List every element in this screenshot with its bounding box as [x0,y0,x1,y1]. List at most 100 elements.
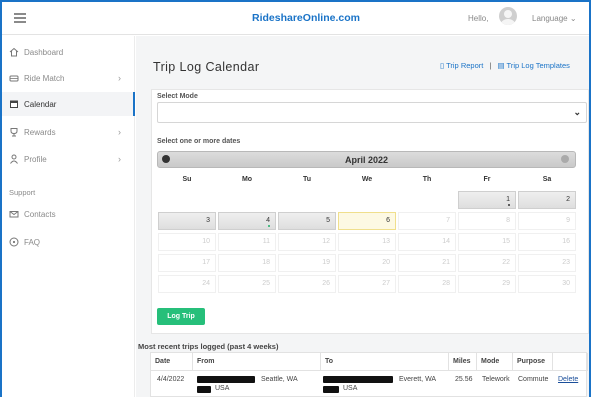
calendar-day-7: 7 [398,212,456,230]
redacted-address-bar [197,386,211,393]
language-dropdown[interactable]: Language ⌄ [532,14,577,23]
sidebar-item-label: FAQ [24,238,41,247]
calendar-day-21: 21 [398,254,456,272]
calendar-header: April 2022 [157,151,576,168]
trip-report-link[interactable]: ▯ Trip Report [440,61,483,70]
sidebar-item-label: Profile [24,155,47,164]
calendar-day-14: 14 [398,233,456,251]
trip-logged-dot-icon [508,204,510,206]
trip-log-card: Select Mode ⌄ Select one or more dates A… [151,89,589,334]
sidebar-item-label: Dashboard [24,48,64,57]
main-content: Trip Log Calendar ▯ Trip Report | ▤ Trip… [136,36,589,397]
trip-log-templates-link[interactable]: ▤ Trip Log Templates [497,61,569,70]
day-of-week-header: Mo [241,176,253,183]
person-icon [10,154,18,164]
chevron-down-icon: ⌄ [569,14,577,23]
select-mode-label: Select Mode [157,93,198,100]
redacted-address-bar [197,376,255,383]
chevron-right-icon: › [118,154,121,164]
sidebar-item-label: Rewards [24,128,56,137]
calendar-day-8: 8 [458,212,516,230]
trip-to-city: Everett, WA [399,376,437,383]
sidebar-item-calendar[interactable]: Calendar [2,92,135,116]
calendar-day-19: 19 [278,254,336,272]
select-mode-dropdown[interactable]: ⌄ [157,102,587,123]
table-header-cell: Date [151,353,193,371]
top-header: RideshareOnline.com Hello, Language ⌄ [2,2,589,35]
app-window: RideshareOnline.com Hello, Language ⌄ Da… [2,2,589,397]
calendar-month-title: April 2022 [344,155,389,165]
calendar-day-18: 18 [218,254,276,272]
calendar-icon [10,100,18,108]
calendar-day-15: 15 [458,233,516,251]
document-icon: ▯ [440,61,445,70]
calendar-day-2[interactable]: 2 [518,191,576,209]
sidebar-item-faq[interactable]: FAQ [2,230,135,254]
hamburger-menu-icon[interactable] [14,13,26,23]
link-separator: | [489,61,492,70]
calendar-day-25: 25 [218,275,276,293]
chevron-right-icon: › [118,73,121,83]
chevron-down-icon: ⌄ [573,107,581,117]
calendar-day-28: 28 [398,275,456,293]
recent-trips-title: Most recent trips logged (past 4 weeks) [138,342,279,351]
calendar-day-5[interactable]: 5 [278,212,336,230]
header-links: ▯ Trip Report | ▤ Trip Log Templates [440,61,570,70]
sidebar-item-contacts[interactable]: Contacts [2,202,135,226]
sidebar-item-profile[interactable]: Profile › [2,147,135,171]
day-of-week-header: Fr [483,176,491,183]
sidebar-item-ride-match[interactable]: Ride Match › [2,66,135,90]
day-of-week-header: Th [422,176,432,183]
brand-logo[interactable]: RideshareOnline.com [252,12,360,24]
calendar-day-29: 29 [458,275,516,293]
calendar-day-23: 23 [518,254,576,272]
sidebar-item-dashboard[interactable]: Dashboard [2,40,135,64]
mail-icon [9,211,19,218]
calendar-day-10: 10 [158,233,216,251]
trip-date: 4/4/2022 [157,376,185,383]
next-month-icon[interactable] [561,155,569,163]
table-header-cell [553,353,588,371]
redacted-address-bar [323,386,339,393]
log-trip-button[interactable]: Log Trip [157,308,205,325]
calendar-day-27: 27 [338,275,396,293]
trip-mode: Telework [482,376,510,383]
trip-from-city: Seattle, WA [261,376,298,383]
calendar-day-1[interactable]: 1 [458,191,516,209]
sidebar-item-label: Calendar [24,100,57,109]
day-of-week-header: We [361,176,373,183]
table-header-cell: Miles [449,353,477,371]
table-header-cell: To [321,353,449,371]
calendar-day-26: 26 [278,275,336,293]
trophy-icon [10,128,18,137]
calendar-day-22: 22 [458,254,516,272]
trip-to-country: USA [343,385,358,392]
day-of-week-header: Tu [302,176,312,183]
trip-logged-dot-icon [268,225,270,227]
calendar-day-4[interactable]: 4 [218,212,276,230]
day-of-week-header: Su [182,176,192,183]
support-heading: Support [9,188,36,197]
calendar-day-11: 11 [218,233,276,251]
delete-trip-link[interactable]: Delete [554,376,578,383]
calendar-day-6[interactable]: 6 [338,212,396,230]
sidebar-item-rewards[interactable]: Rewards › [2,120,135,144]
calendar-day-12: 12 [278,233,336,251]
calendar-day-17: 17 [158,254,216,272]
page-title: Trip Log Calendar [153,60,260,74]
greeting-text: Hello, [468,14,489,23]
language-label: Language [532,14,568,23]
calendar-day-3[interactable]: 3 [158,212,216,230]
prev-month-icon[interactable] [162,155,170,163]
dates-label: Select one or more dates [157,138,241,145]
calendar-day-24: 24 [158,275,216,293]
date-picker-calendar: April 2022 Su Mo Tu We Th Fr Sa 1 2 3 4 5 6 7 8 9 10 11 12… [157,151,576,299]
recent-trips-table: Date From To Miles Mode Purpose 4/4/2022 Seattl… [150,352,588,397]
trip-purpose: Commute [518,376,549,383]
avatar[interactable] [499,7,517,25]
home-icon [9,47,19,57]
sidebar-item-label: Ride Match [24,74,65,83]
car-icon [9,75,19,82]
calendar-day-16: 16 [518,233,576,251]
trip-from-country: USA [215,385,230,392]
